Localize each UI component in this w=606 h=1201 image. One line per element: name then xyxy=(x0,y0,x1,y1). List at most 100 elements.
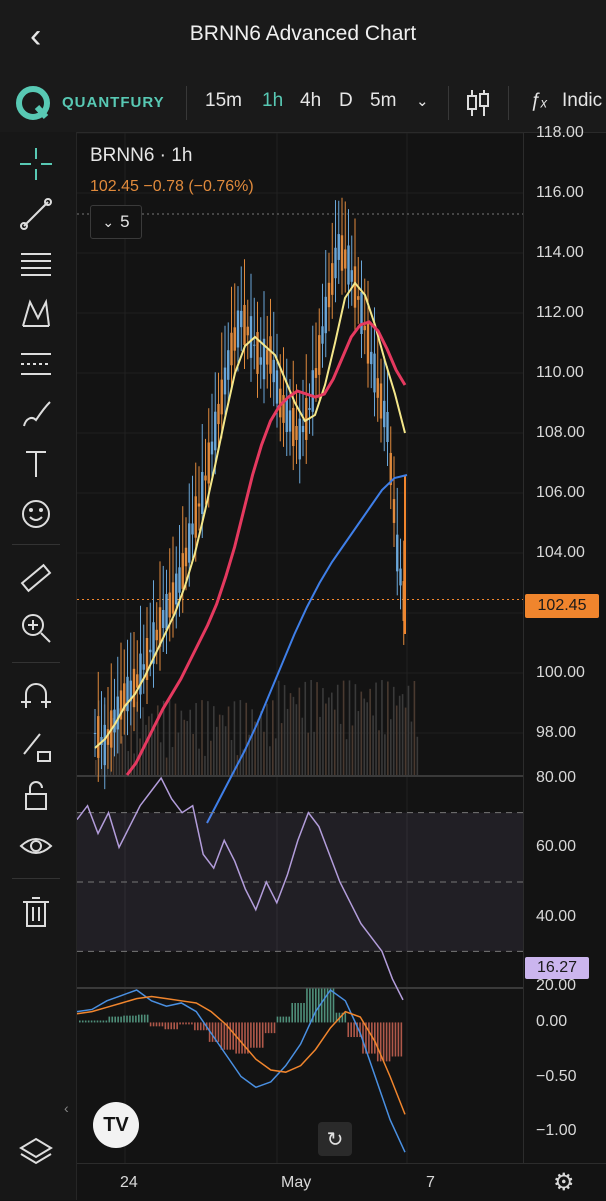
magnet-icon[interactable] xyxy=(14,676,58,716)
chart-toolbar: QUANTFURY 15m 1h 4h D 5m ⌄ ƒₓ Indic xyxy=(0,76,606,133)
candle-body xyxy=(344,249,347,269)
unlock-icon[interactable] xyxy=(14,776,58,816)
volume-bar xyxy=(142,707,144,775)
candle-body xyxy=(285,397,288,433)
macd-histogram-bar xyxy=(323,988,326,1023)
timeframe-15m[interactable]: 15m xyxy=(205,90,242,112)
function-icon[interactable]: ƒₓ xyxy=(530,90,548,112)
volume-bar xyxy=(395,705,398,775)
pattern-icon[interactable] xyxy=(14,294,58,334)
volume-bar xyxy=(95,760,97,775)
candle-body xyxy=(116,696,119,730)
layers-icon[interactable] xyxy=(14,1132,58,1172)
volume-bar xyxy=(339,723,342,775)
toolbar-divider xyxy=(12,662,60,663)
price-axis-label: 100.00 xyxy=(536,664,585,681)
candle-body xyxy=(298,418,301,460)
macd-histogram-bar xyxy=(320,988,323,1023)
crosshair-icon[interactable] xyxy=(14,144,58,184)
timeframe-4h[interactable]: 4h xyxy=(300,90,321,112)
lock-drawing-icon[interactable] xyxy=(14,726,58,766)
rsi-axis-label: 60.00 xyxy=(536,838,577,856)
timeframe-5m[interactable]: 5m xyxy=(370,90,396,112)
macd-histogram-bar xyxy=(258,1022,261,1048)
chart-symbol: BRNN6 · 1h xyxy=(90,145,193,166)
legend-toggle-button[interactable]: ⌄ 5 xyxy=(90,205,142,239)
emoji-icon[interactable] xyxy=(14,494,58,534)
volume-bar xyxy=(322,688,324,775)
volume-bar xyxy=(269,746,271,775)
indicators-button[interactable]: Indic xyxy=(562,90,602,112)
candle-body xyxy=(295,426,298,440)
macd-histogram-bar xyxy=(123,1015,125,1023)
price-axis[interactable]: 118.00 116.00 114.00 112.00 110.00 108.00 106.… xyxy=(523,124,606,1163)
candle-body xyxy=(370,351,373,365)
macd-histogram-bar xyxy=(96,1020,99,1023)
timeframe-D[interactable]: D xyxy=(339,90,353,112)
reset-chart-icon[interactable]: ↻ xyxy=(318,1122,352,1156)
volume-bar xyxy=(357,711,360,775)
macd-histogram-bar xyxy=(140,1014,143,1023)
candlestick-icon[interactable] xyxy=(466,88,490,118)
settings-gear-icon[interactable]: ⚙ xyxy=(553,1168,575,1197)
collapse-arrow-icon[interactable]: ‹ xyxy=(64,1100,69,1116)
macd-histogram-bar xyxy=(376,1022,379,1062)
ruler-icon[interactable] xyxy=(14,558,58,598)
macd-histogram-bar xyxy=(250,1022,252,1048)
macd-signal-line xyxy=(77,995,406,1115)
zoom-in-icon[interactable] xyxy=(14,608,58,648)
fib-icon[interactable] xyxy=(14,344,58,384)
macd-histogram-bar xyxy=(120,1016,122,1023)
price-chart[interactable] xyxy=(77,133,523,1163)
macd-histogram-bar xyxy=(368,1022,370,1054)
candle-body xyxy=(308,408,311,410)
volume-bar xyxy=(277,680,280,775)
macd-histogram-bar xyxy=(90,1020,93,1023)
macd-histogram-bar xyxy=(220,1022,223,1050)
time-label: 24 xyxy=(120,1174,138,1191)
horizontal-lines-icon[interactable] xyxy=(14,244,58,284)
volume-bar xyxy=(227,706,230,775)
macd-histogram-bar xyxy=(388,1022,391,1062)
toolbar-divider xyxy=(12,544,60,545)
rsi-axis-label: 80.00 xyxy=(536,769,577,786)
price-axis-label: 118.00 xyxy=(536,124,584,141)
time-axis[interactable] xyxy=(77,1163,606,1201)
candle-body xyxy=(266,349,269,365)
macd-histogram-bar xyxy=(211,1022,214,1042)
candle-body xyxy=(383,400,386,428)
trendline-icon[interactable] xyxy=(14,194,58,234)
text-icon[interactable] xyxy=(14,444,58,484)
macd-histogram-bar xyxy=(146,1014,149,1023)
volume-bar xyxy=(325,703,327,775)
volume-bar xyxy=(151,713,153,775)
volume-bar xyxy=(260,711,262,775)
macd-histogram-bar xyxy=(276,1016,279,1023)
candle-body xyxy=(197,503,201,507)
macd-histogram-bar xyxy=(126,1015,128,1023)
macd-histogram-bar xyxy=(129,1015,131,1023)
macd-histogram-bar xyxy=(179,1022,181,1025)
volume-bar xyxy=(360,691,363,775)
macd-histogram-bar xyxy=(350,1022,352,1038)
macd-axis-label: −0.50 xyxy=(536,1067,577,1085)
candle-body xyxy=(240,310,243,328)
trash-icon[interactable] xyxy=(14,892,58,932)
volume-bar xyxy=(369,688,371,775)
price-axis-label: 110.00 xyxy=(536,364,584,381)
candle-body xyxy=(155,629,158,641)
eye-icon[interactable] xyxy=(14,826,58,866)
volume-bar xyxy=(177,732,180,775)
candle-body xyxy=(324,296,327,334)
chevron-down-icon[interactable]: ⌄ xyxy=(416,92,429,110)
candle-body xyxy=(399,568,402,586)
macd-histogram-bar xyxy=(264,1022,267,1034)
brush-icon[interactable] xyxy=(14,394,58,434)
candle-body xyxy=(311,370,314,412)
macd-axis-label: 0.00 xyxy=(536,1013,568,1031)
macd-histogram-bar xyxy=(135,1015,137,1023)
timeframe-1h[interactable]: 1h xyxy=(262,90,283,112)
volume-bar xyxy=(251,709,253,775)
volume-bar xyxy=(333,709,336,775)
candle-body xyxy=(207,442,210,484)
